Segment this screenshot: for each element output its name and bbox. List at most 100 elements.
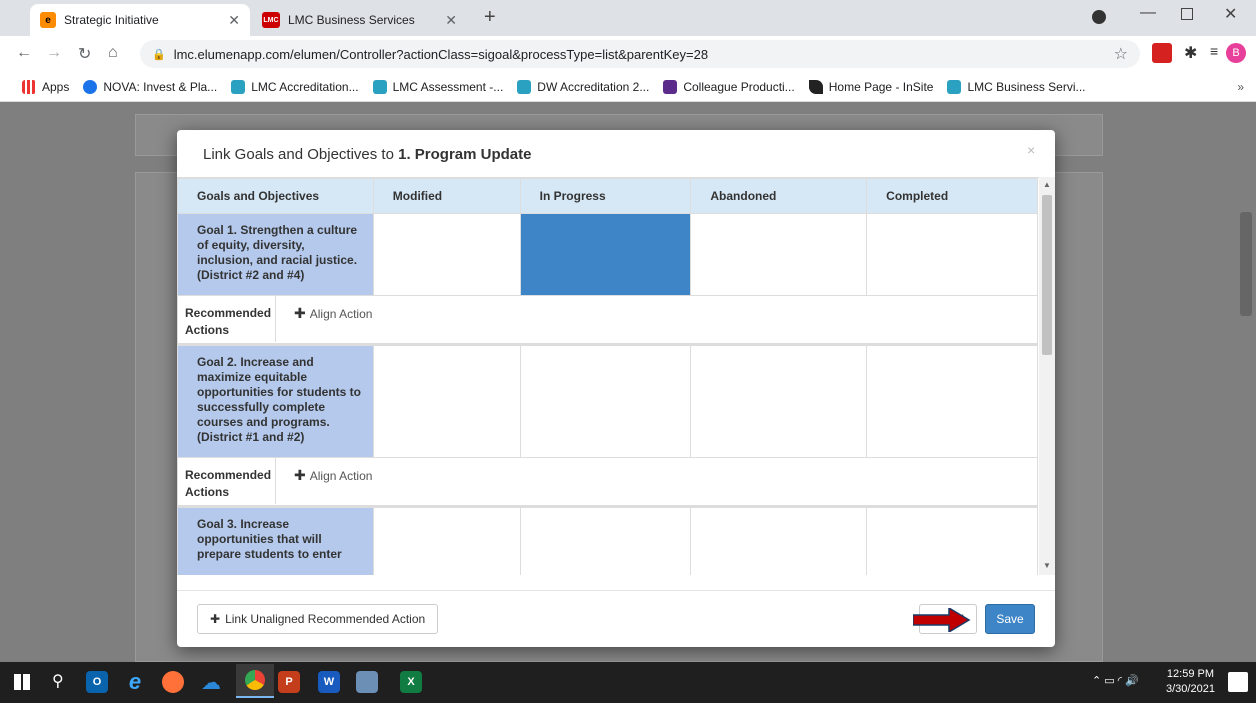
lmc-icon: LMC bbox=[262, 12, 280, 28]
close-window-icon[interactable]: ✕ bbox=[1224, 4, 1237, 24]
goal-3-abandoned-cell[interactable] bbox=[690, 506, 868, 575]
url-field[interactable]: 🔒 lmc.elumenapp.com/elumen/Controller?ac… bbox=[140, 40, 1140, 68]
url-text: lmc.elumenapp.com/elumen/Controller?acti… bbox=[173, 46, 709, 62]
goal-2-abandoned-cell[interactable] bbox=[690, 344, 868, 458]
modal-footer-divider bbox=[177, 590, 1055, 591]
bookmark-apps[interactable]: Apps bbox=[22, 79, 69, 94]
plus-icon: ✚ bbox=[210, 612, 221, 626]
goal-3-text: Goal 3. Increase opportunities that will… bbox=[177, 506, 374, 575]
bookmark-nova[interactable]: NOVA: Invest & Pla... bbox=[83, 79, 217, 94]
excel-icon[interactable]: X bbox=[400, 671, 422, 693]
notifications-icon[interactable] bbox=[1228, 672, 1248, 692]
modal-close-icon[interactable]: × bbox=[1027, 142, 1035, 158]
page-scrollbar-thumb[interactable] bbox=[1240, 212, 1252, 316]
goal-3-in-progress-cell[interactable] bbox=[519, 506, 692, 575]
goal-2-modified-cell[interactable] bbox=[372, 344, 521, 458]
sharepoint-icon bbox=[231, 79, 246, 94]
align-action-button[interactable]: ✚ Align Action bbox=[276, 458, 372, 504]
table-header-row: Goals and Objectives Modified In Progres… bbox=[177, 178, 1038, 214]
plus-icon: ✚ bbox=[294, 305, 306, 321]
plus-icon: ✚ bbox=[294, 467, 306, 483]
word-icon[interactable]: W bbox=[318, 671, 340, 693]
bookmark-insite[interactable]: Home Page - InSite bbox=[808, 79, 933, 94]
recommended-actions-label: Recommended Actions bbox=[178, 296, 276, 342]
chrome-active-bg[interactable] bbox=[236, 664, 274, 698]
col-in-progress: In Progress bbox=[519, 178, 692, 214]
reading-list-icon[interactable]: ≡ bbox=[1210, 43, 1218, 59]
bookmark-colleague[interactable]: Colleague Producti... bbox=[663, 79, 795, 94]
goal-1-text: Goal 1. Strengthen a culture of equity, … bbox=[177, 213, 374, 296]
sharepoint-icon bbox=[947, 79, 962, 94]
goals-table: Goals and Objectives Modified In Progres… bbox=[177, 178, 1038, 575]
goal-2-text: Goal 2. Increase and maximize equitable … bbox=[177, 344, 374, 458]
recommended-actions-row: Recommended Actions ✚ Align Action bbox=[177, 457, 1038, 508]
windows-start-icon[interactable] bbox=[14, 674, 30, 690]
align-action-button[interactable]: ✚ Align Action bbox=[276, 296, 372, 342]
save-button[interactable]: Save bbox=[985, 604, 1035, 634]
goal-1-modified-cell[interactable] bbox=[372, 213, 521, 296]
back-icon[interactable]: ← bbox=[16, 44, 32, 62]
table-scrollbar-thumb[interactable] bbox=[1042, 195, 1052, 355]
notepad-icon[interactable] bbox=[356, 671, 378, 693]
bookmarks-bar: Apps NOVA: Invest & Pla... LMC Accredita… bbox=[0, 72, 1256, 102]
more-bookmarks-icon[interactable]: » bbox=[1237, 80, 1244, 94]
outlook-icon[interactable]: O bbox=[86, 671, 108, 693]
restore-icon[interactable] bbox=[1181, 8, 1193, 20]
close-tab-icon[interactable]: ✕ bbox=[228, 12, 240, 29]
goal-2-in-progress-cell[interactable] bbox=[519, 344, 692, 458]
goal-3-modified-cell[interactable] bbox=[372, 506, 521, 575]
nova-icon bbox=[83, 79, 98, 94]
scroll-up-icon[interactable]: ▲ bbox=[1043, 180, 1051, 189]
edge-icon[interactable]: e bbox=[124, 669, 146, 694]
taskbar-clock[interactable]: 12:59 PM 3/30/2021 bbox=[1166, 667, 1215, 697]
minimize-icon[interactable]: — bbox=[1140, 4, 1156, 22]
onedrive-icon[interactable]: ☁ bbox=[200, 671, 222, 694]
close-tab-icon[interactable]: ✕ bbox=[445, 12, 457, 29]
col-abandoned: Abandoned bbox=[690, 178, 868, 214]
apps-grid-icon bbox=[22, 79, 36, 94]
bookmark-star-icon[interactable]: ☆ bbox=[1114, 44, 1128, 64]
goal-1-abandoned-cell[interactable] bbox=[690, 213, 868, 296]
acrobat-extension-icon[interactable] bbox=[1152, 43, 1172, 63]
insite-icon bbox=[808, 79, 823, 94]
red-arrow-annotation bbox=[913, 608, 971, 632]
bookmark-lmc-business[interactable]: LMC Business Servi... bbox=[947, 79, 1086, 94]
reload-icon[interactable]: ↻ bbox=[78, 44, 91, 64]
record-icon[interactable] bbox=[1092, 10, 1106, 24]
forward-icon[interactable]: → bbox=[46, 44, 62, 62]
browser-tab-strip: e Strategic Initiative ✕ LMC LMC Busines… bbox=[0, 0, 1256, 36]
windows-taskbar bbox=[0, 662, 1256, 703]
tab-strategic-initiative[interactable]: e Strategic Initiative ✕ bbox=[30, 4, 250, 36]
new-tab-icon[interactable]: + bbox=[484, 6, 496, 29]
firefox-icon[interactable] bbox=[162, 671, 184, 693]
col-completed: Completed bbox=[866, 178, 1038, 214]
sharepoint-icon bbox=[372, 79, 387, 94]
scroll-down-icon[interactable]: ▼ bbox=[1043, 561, 1051, 570]
search-icon[interactable]: ⚲ bbox=[52, 671, 64, 691]
table-scrollbar[interactable]: ▲ ▼ bbox=[1039, 177, 1055, 575]
goal-1-in-progress-cell[interactable] bbox=[519, 213, 692, 296]
tab-title: Strategic Initiative bbox=[64, 13, 159, 27]
bookmark-lmc-accreditation[interactable]: LMC Accreditation... bbox=[231, 79, 359, 94]
system-tray-icons[interactable]: ⌃ ▭ ◜ 🔊 bbox=[1092, 674, 1139, 687]
powerpoint-icon[interactable]: P bbox=[278, 671, 300, 693]
col-goals: Goals and Objectives bbox=[177, 178, 374, 214]
bookmark-dw-accreditation[interactable]: DW Accreditation 2... bbox=[517, 79, 649, 94]
bookmark-lmc-assessment[interactable]: LMC Assessment -... bbox=[372, 79, 503, 94]
tab-lmc-business-services[interactable]: LMC LMC Business Services ✕ bbox=[252, 4, 467, 36]
home-icon[interactable]: ⌂ bbox=[108, 44, 118, 62]
extensions-icon[interactable]: ✱ bbox=[1184, 43, 1197, 63]
chrome-icon bbox=[245, 670, 265, 690]
modal-title: Link Goals and Objectives to 1. Program … bbox=[203, 146, 532, 163]
lock-icon: 🔒 bbox=[152, 48, 166, 61]
table-row: Goal 2. Increase and maximize equitable … bbox=[177, 344, 1038, 458]
goal-3-completed-cell[interactable] bbox=[866, 506, 1038, 575]
goal-1-completed-cell[interactable] bbox=[866, 213, 1038, 296]
link-unaligned-action-button[interactable]: ✚ Link Unaligned Recommended Action bbox=[197, 604, 439, 634]
table-row: Goal 3. Increase opportunities that will… bbox=[177, 506, 1038, 575]
goals-table-scroll[interactable]: Goals and Objectives Modified In Progres… bbox=[177, 177, 1055, 575]
table-row: Goal 1. Strengthen a culture of equity, … bbox=[177, 213, 1038, 296]
goal-2-completed-cell[interactable] bbox=[866, 344, 1038, 458]
tab-title: LMC Business Services bbox=[288, 13, 415, 27]
profile-avatar[interactable]: B bbox=[1226, 43, 1246, 63]
